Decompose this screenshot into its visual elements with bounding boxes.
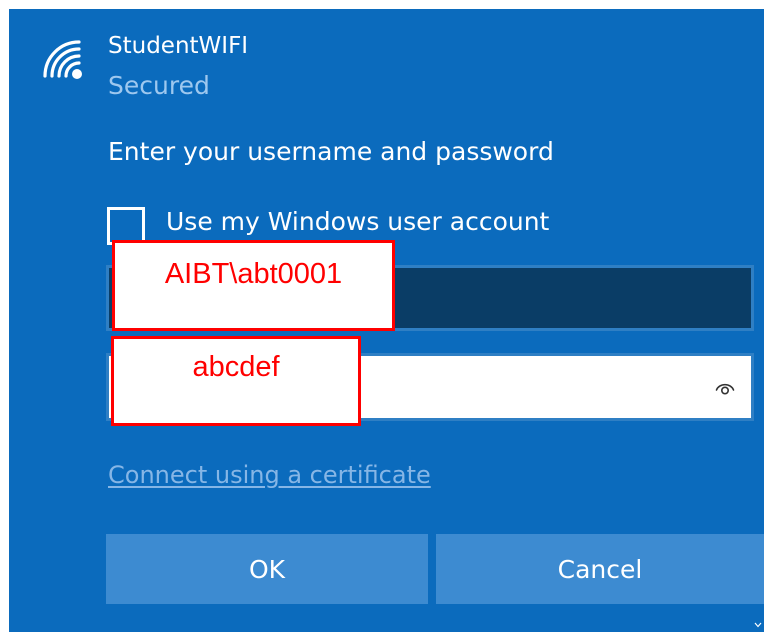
password-annotation: abcdef [111, 336, 361, 426]
use-windows-account-label: Use my Windows user account [166, 207, 550, 236]
chevron-down-icon [754, 622, 762, 628]
username-annotation: AIBT\abt0001 [112, 240, 395, 331]
page: StudentWIFI Secured Enter your username … [0, 0, 774, 632]
connect-certificate-link[interactable]: Connect using a certificate [108, 461, 431, 489]
wifi-signal-icon [43, 40, 82, 79]
credentials-prompt: Enter your username and password [108, 137, 554, 166]
network-name: StudentWIFI [108, 33, 249, 59]
ok-button[interactable]: OK [106, 534, 428, 604]
eye-icon[interactable] [715, 380, 735, 396]
cancel-button[interactable]: Cancel [436, 534, 764, 604]
network-status: Secured [108, 71, 210, 100]
